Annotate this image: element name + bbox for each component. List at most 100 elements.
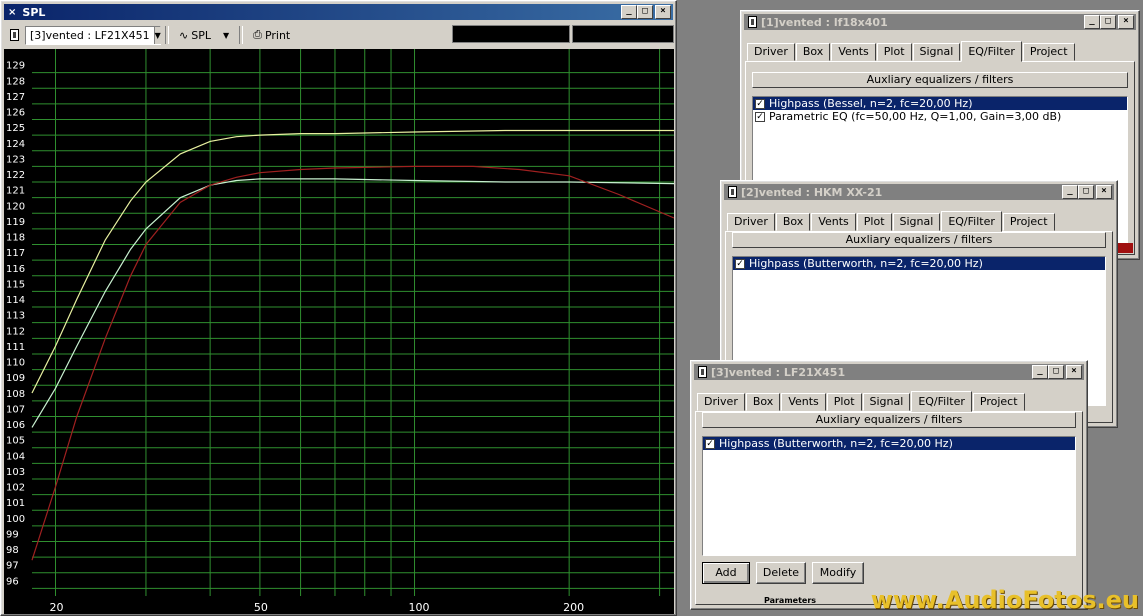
filters-header: Auxliary equalizers / filters bbox=[702, 412, 1076, 428]
app-icon: × bbox=[8, 6, 17, 18]
eq-window-3-tabs: Driver Box Vents Plot Signal EQ/Filter P… bbox=[697, 391, 1081, 412]
checkbox[interactable]: ✓ bbox=[755, 111, 765, 122]
minimize-button[interactable]: _ bbox=[1062, 185, 1078, 199]
y-tick-label: 127 bbox=[6, 92, 25, 103]
maximize-button[interactable]: □ bbox=[637, 5, 653, 19]
toolbar-separator bbox=[165, 26, 169, 44]
spl-window-title: SPL bbox=[22, 5, 46, 19]
tab-box[interactable]: Box bbox=[775, 213, 811, 231]
tab-driver[interactable]: Driver bbox=[747, 43, 795, 61]
tab-eq-filter[interactable]: EQ/Filter bbox=[941, 211, 1002, 232]
y-tick-label: 100 bbox=[6, 514, 25, 525]
tab-vents[interactable]: Vents bbox=[831, 43, 876, 61]
eq-window-3-title: [3]vented : LF21X451 bbox=[711, 365, 846, 379]
filters-header: Auxliary equalizers / filters bbox=[752, 72, 1128, 88]
print-button[interactable]: ⎙ Print bbox=[247, 25, 296, 45]
tab-driver[interactable]: Driver bbox=[697, 393, 745, 411]
y-tick-label: 103 bbox=[6, 467, 25, 478]
y-tick-label: 113 bbox=[6, 311, 25, 322]
close-button[interactable]: × bbox=[1118, 15, 1134, 29]
list-item[interactable]: ✓ Highpass (Butterworth, n=2, fc=20,00 H… bbox=[703, 437, 1075, 450]
maximize-button[interactable]: □ bbox=[1048, 365, 1064, 379]
y-tick-label: 121 bbox=[6, 186, 25, 197]
x-tick-label: 20 bbox=[50, 601, 64, 614]
minimize-button[interactable]: _ bbox=[1084, 15, 1100, 29]
close-button[interactable]: × bbox=[655, 5, 671, 19]
tab-plot[interactable]: Plot bbox=[856, 213, 892, 231]
spl-titlebar[interactable]: × SPL _ □ × bbox=[4, 4, 673, 20]
y-tick-label: 96 bbox=[6, 576, 19, 587]
delete-button[interactable]: Delete bbox=[756, 562, 806, 584]
tab-signal[interactable]: Signal bbox=[862, 393, 911, 411]
minimize-button[interactable]: _ bbox=[1032, 365, 1048, 379]
y-tick-label: 110 bbox=[6, 358, 25, 369]
close-button[interactable]: × bbox=[1066, 365, 1082, 379]
eq-window-1-title: [1]vented : lf18x401 bbox=[761, 15, 888, 29]
y-tick-label: 111 bbox=[6, 342, 25, 353]
eq-window-2-titlebar[interactable]: [2]vented : HKM XX-21 _ □ × bbox=[724, 184, 1114, 200]
tab-driver[interactable]: Driver bbox=[727, 213, 775, 231]
y-tick-label: 98 bbox=[6, 545, 19, 556]
project-icon bbox=[10, 29, 19, 41]
eq-window-1-titlebar[interactable]: [1]vented : lf18x401 _ □ × bbox=[744, 14, 1136, 30]
readout-box-2 bbox=[572, 25, 674, 43]
y-tick-label: 109 bbox=[6, 373, 25, 384]
eq-window-2-title: [2]vented : HKM XX-21 bbox=[741, 185, 883, 199]
y-tick-label: 102 bbox=[6, 483, 25, 494]
driver-icon bbox=[728, 186, 737, 198]
add-button[interactable]: Add bbox=[702, 562, 750, 584]
printer-icon: ⎙ bbox=[253, 28, 262, 41]
close-button[interactable]: × bbox=[1096, 185, 1112, 199]
spl-plot[interactable]: 96 97 98 99 100 101 102 103 104 105 106 107 108 109 11… bbox=[4, 49, 674, 614]
series-line-3 bbox=[31, 165, 674, 561]
y-tick-label: 126 bbox=[6, 108, 25, 119]
tab-project[interactable]: Project bbox=[972, 393, 1025, 411]
checkbox[interactable]: ✓ bbox=[705, 438, 715, 449]
tab-signal[interactable]: Signal bbox=[892, 213, 941, 231]
y-tick-label: 105 bbox=[6, 436, 25, 447]
list-item[interactable]: ✓ Parametric EQ (fc=50,00 Hz, Q=1,00, Ga… bbox=[753, 110, 1127, 123]
driver-icon bbox=[698, 366, 707, 378]
eq-window-3-titlebar[interactable]: [3]vented : LF21X451 _ □ × bbox=[694, 364, 1084, 380]
maximize-button[interactable]: □ bbox=[1100, 15, 1116, 29]
spl-toolbar: [3]vented : LF21X451 ▼ ∿ SPL ▼ ⎙ Print bbox=[4, 23, 674, 47]
y-tick-label: 116 bbox=[6, 264, 25, 275]
minimize-button[interactable]: _ bbox=[621, 5, 637, 19]
view-selector[interactable]: ∿ SPL ▼ bbox=[173, 25, 235, 45]
tab-box[interactable]: Box bbox=[745, 393, 781, 411]
y-tick-label: 125 bbox=[6, 123, 25, 134]
tab-eq-filter[interactable]: EQ/Filter bbox=[961, 41, 1022, 62]
y-tick-label: 123 bbox=[6, 154, 25, 165]
chevron-down-icon: ▼ bbox=[153, 26, 161, 44]
y-tick-label: 108 bbox=[6, 389, 25, 400]
y-tick-label: 120 bbox=[6, 201, 25, 212]
filter-list[interactable]: ✓ Highpass (Butterworth, n=2, fc=20,00 H… bbox=[702, 436, 1076, 556]
tab-signal[interactable]: Signal bbox=[912, 43, 961, 61]
tab-eq-filter[interactable]: EQ/Filter bbox=[911, 391, 972, 412]
checkbox[interactable]: ✓ bbox=[735, 258, 745, 269]
tab-vents[interactable]: Vents bbox=[781, 393, 826, 411]
tab-plot[interactable]: Plot bbox=[826, 393, 862, 411]
tab-vents[interactable]: Vents bbox=[811, 213, 856, 231]
tab-plot[interactable]: Plot bbox=[876, 43, 912, 61]
list-item[interactable]: ✓ Highpass (Butterworth, n=2, fc=20,00 H… bbox=[733, 257, 1105, 270]
tab-project[interactable]: Project bbox=[1002, 213, 1055, 231]
checkbox[interactable]: ✓ bbox=[755, 98, 765, 109]
x-tick-label: 50 bbox=[254, 601, 268, 614]
y-tick-label: 118 bbox=[6, 233, 25, 244]
y-tick-label: 97 bbox=[6, 561, 19, 572]
project-selector[interactable]: [3]vented : LF21X451 ▼ bbox=[25, 25, 161, 45]
y-tick-label: 119 bbox=[6, 217, 25, 228]
y-tick-label: 124 bbox=[6, 139, 25, 150]
y-tick-label: 99 bbox=[6, 529, 19, 540]
maximize-button[interactable]: □ bbox=[1078, 185, 1094, 199]
list-item[interactable]: ✓ Highpass (Bessel, n=2, fc=20,00 Hz) bbox=[753, 97, 1127, 110]
y-tick-label: 101 bbox=[6, 498, 25, 509]
modify-button[interactable]: Modify bbox=[812, 562, 864, 584]
eq-window-2-tabs: Driver Box Vents Plot Signal EQ/Filter P… bbox=[727, 211, 1111, 232]
tab-project[interactable]: Project bbox=[1022, 43, 1075, 61]
wave-icon: ∿ bbox=[179, 28, 189, 42]
y-tick-label: 114 bbox=[6, 295, 25, 306]
tab-box[interactable]: Box bbox=[795, 43, 831, 61]
y-tick-label: 117 bbox=[6, 248, 25, 259]
